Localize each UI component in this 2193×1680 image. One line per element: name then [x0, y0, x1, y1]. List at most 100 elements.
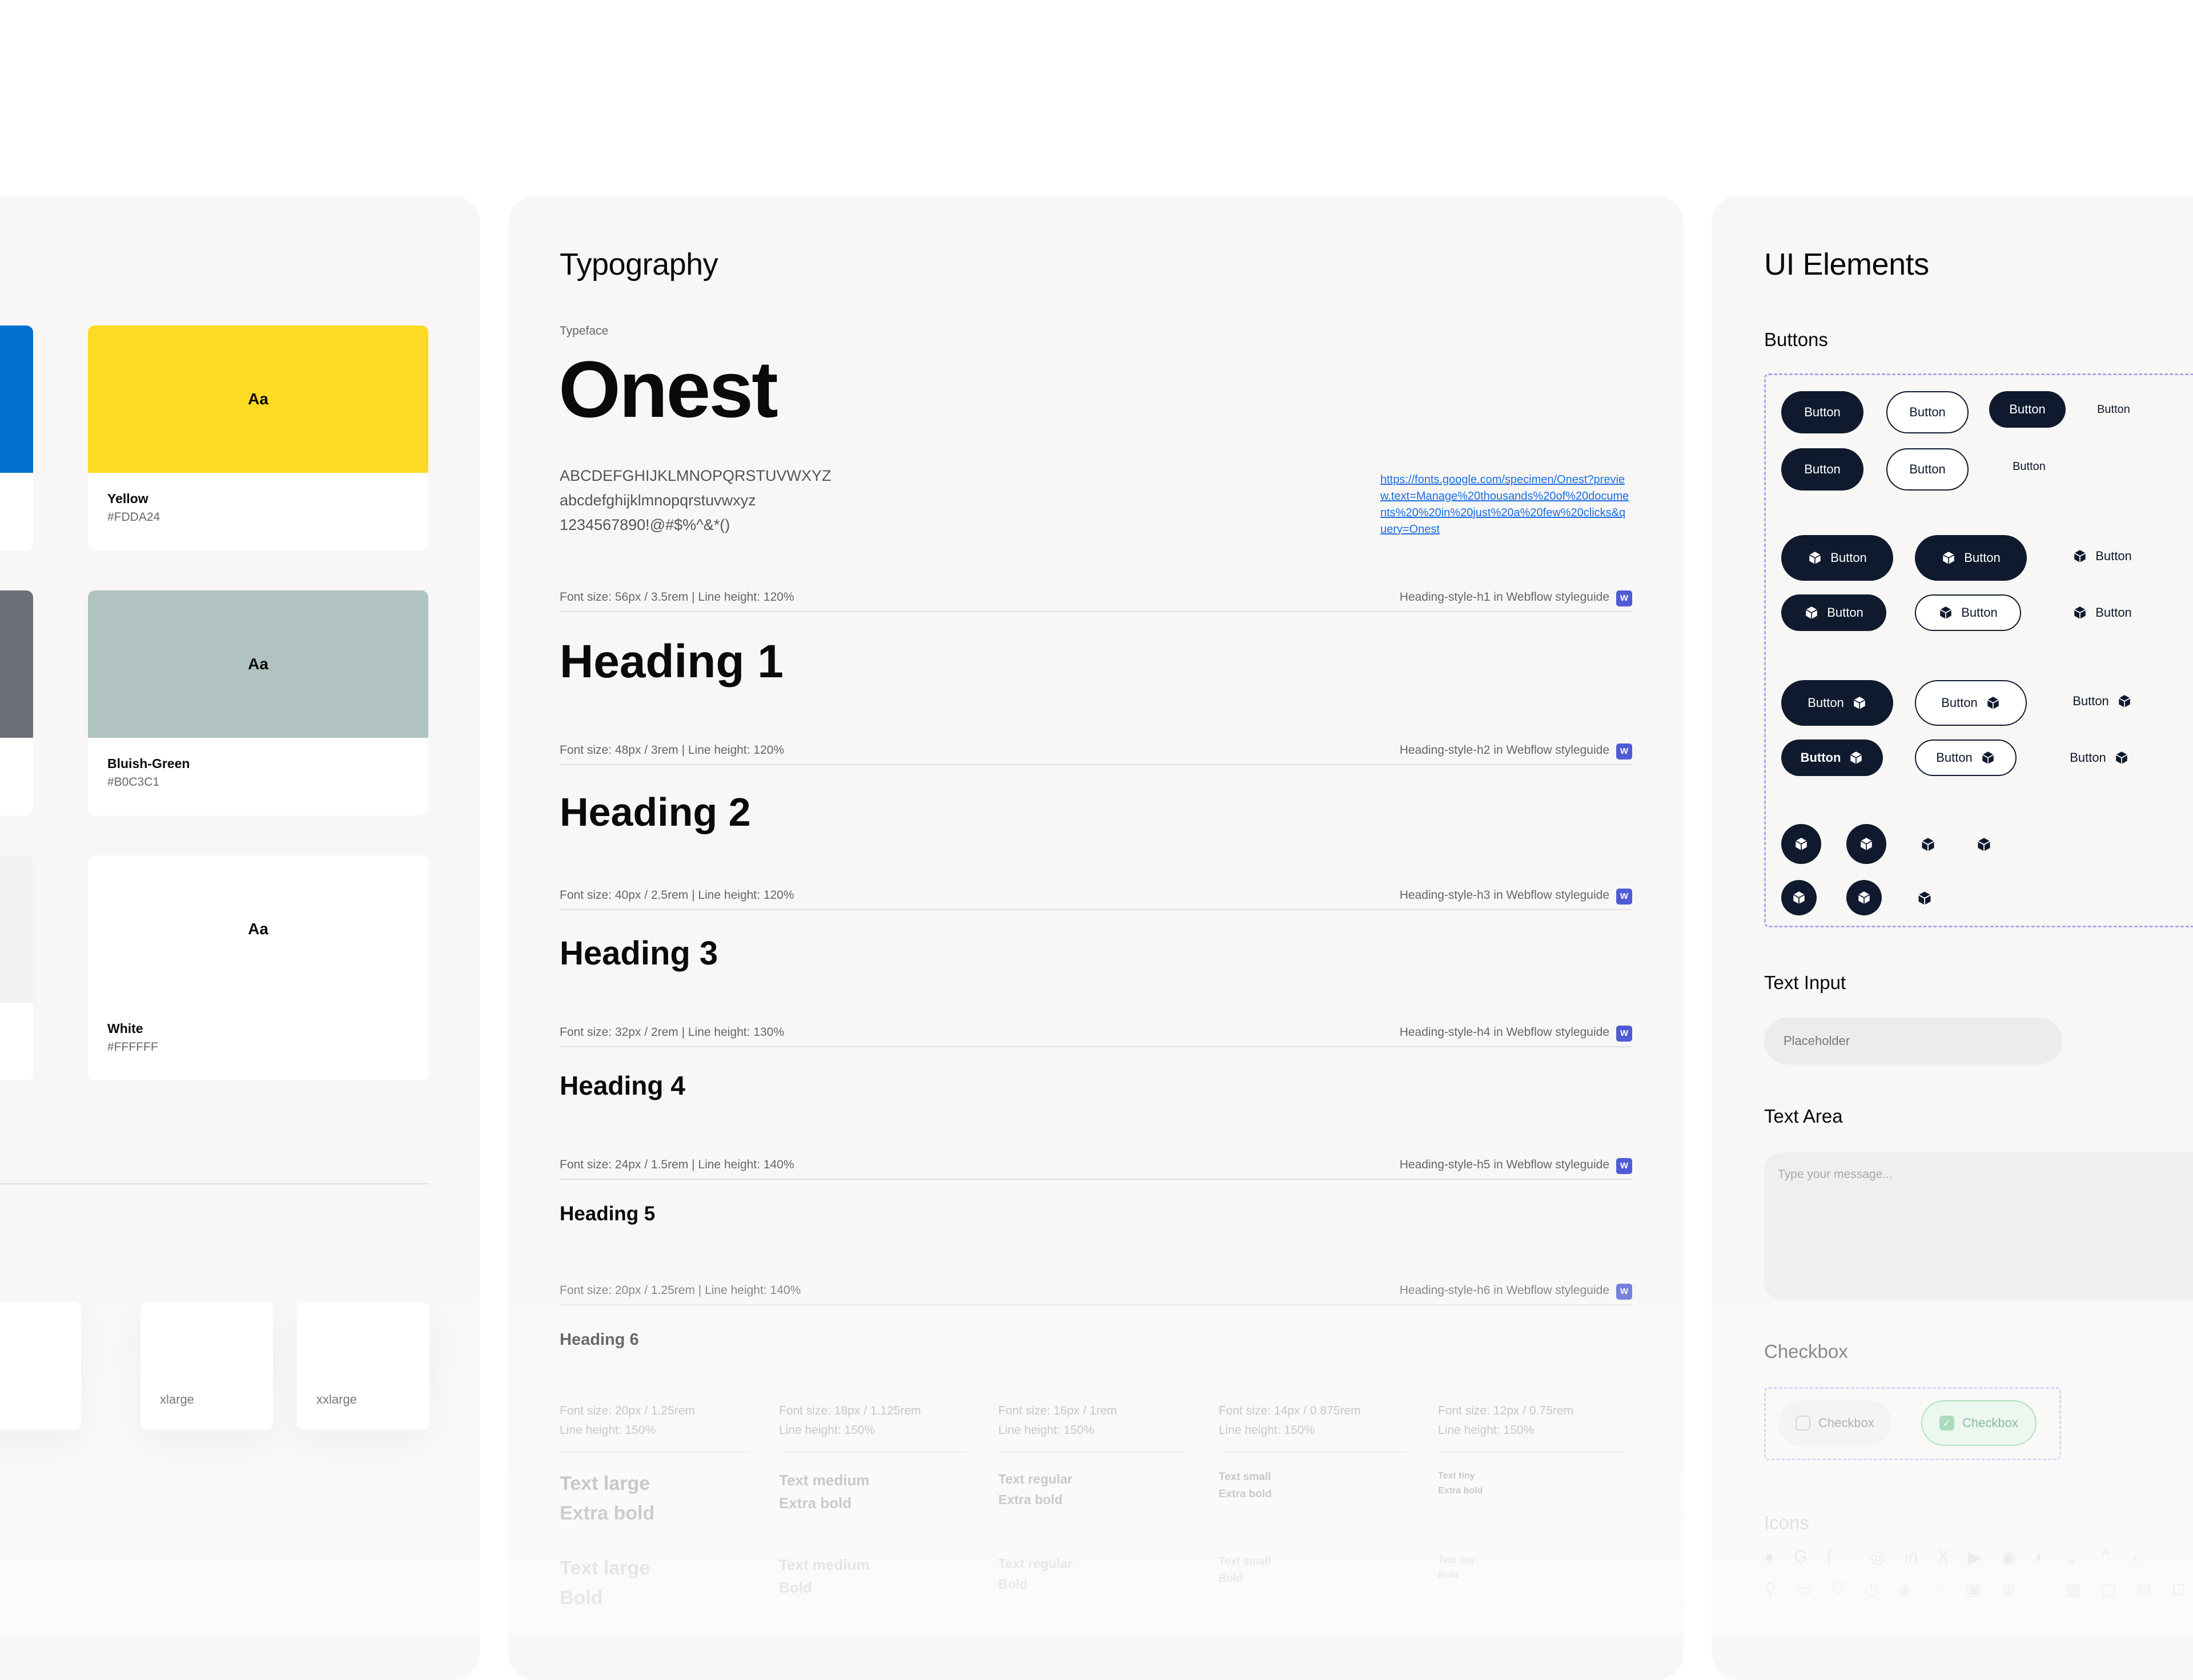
cube-icon[interactable]	[1920, 837, 1936, 853]
secondary-trailing-icon-button-small[interactable]: Button	[1915, 739, 2017, 776]
checkbox-unchecked[interactable]: Checkbox	[1778, 1400, 1891, 1446]
weight-name: Bold	[1219, 1573, 1243, 1585]
weight-name: Extra bold	[560, 1502, 655, 1524]
text-tiny-bold: Text tiny Bold	[1438, 1553, 1475, 1583]
text-medium-bold: Text medium Bold	[779, 1553, 869, 1599]
primary-icon-button[interactable]: Button	[1781, 535, 1893, 581]
checkbox-checked[interactable]: ✓ Checkbox	[1921, 1400, 2037, 1446]
weight-name: Bold	[779, 1579, 812, 1596]
secondary-icon-button-small[interactable]: Button	[1915, 594, 2021, 631]
primary-trailing-icon-button-small[interactable]: Button	[1781, 739, 1883, 776]
cube-icon	[2072, 549, 2087, 564]
webflow-icon[interactable]: W	[1616, 743, 1632, 759]
button-label: Button	[1964, 550, 2001, 565]
ui-elements-panel: UI Elements Buttons Button Button Button…	[1712, 195, 2193, 1680]
glyphs-uppercase: ABCDEFGHIJKLMNOPQRSTUVWXYZ	[560, 467, 832, 484]
cube-icon[interactable]	[1917, 890, 1933, 906]
heading-spec-row: Font size: 56px / 3.5rem | Line height: …	[560, 590, 1632, 612]
color-hex: #FFFFFF	[107, 1040, 158, 1054]
icon-button-round-small[interactable]	[1781, 880, 1817, 915]
text-trailing-icon-button[interactable]: Button	[2057, 680, 2148, 722]
text-medium-extra-bold: Text medium Extra bold	[779, 1469, 869, 1514]
style-name: Heading-style-h4 in Webflow styleguide	[1399, 1026, 1609, 1039]
weight-name: Extra bold	[779, 1494, 852, 1512]
weight-name: Bold	[998, 1577, 1028, 1591]
checkbox-showcase: Checkbox ✓ Checkbox	[1764, 1387, 2061, 1460]
text-style-spec: Font size: 12px / 0.75rem Line height: 15…	[1438, 1401, 1573, 1440]
google-fonts-link[interactable]: https://fonts.google.com/specimen/Onest?…	[1380, 472, 1632, 538]
button-label: Button	[1827, 605, 1863, 620]
style-name: Heading-style-h1 in Webflow styleguide	[1399, 590, 1609, 604]
primary-trailing-icon-button[interactable]: Button	[1781, 680, 1893, 726]
button-label: Button	[1804, 405, 1841, 419]
icon-glyph: ◐	[2035, 1548, 2046, 1566]
webflow-icon[interactable]: W	[1616, 1158, 1632, 1174]
icon-button-round-small[interactable]	[1846, 880, 1882, 915]
heading-spec-row: Font size: 40px / 2.5rem | Line height: …	[560, 889, 1632, 910]
text-button[interactable]: Button	[2079, 391, 2148, 428]
heading-3-sample: Heading 3	[560, 935, 718, 972]
webflow-icon[interactable]: W	[1616, 1284, 1632, 1300]
icon-button-round[interactable]	[1781, 824, 1821, 864]
text-input[interactable]: Placeholder	[1764, 1018, 2062, 1064]
text-area[interactable]: Type your message...	[1764, 1153, 2193, 1299]
secondary-trailing-icon-button[interactable]: Button	[1915, 680, 2027, 726]
text-style-spec: Font size: 20px / 1.25rem Line height: 15…	[560, 1401, 695, 1440]
webflow-icon[interactable]: W	[1616, 1026, 1632, 1042]
glyph-sample: ABCDEFGHIJKLMNOPQRSTUVWXYZ abcdefghijklm…	[560, 464, 832, 537]
heading-spec-row: Font size: 24px / 1.5rem | Line height: …	[560, 1158, 1632, 1180]
secondary-button[interactable]: Button	[1886, 448, 1969, 491]
icon-glyph: ▢	[2100, 1580, 2117, 1599]
icon-glyph: ⌄	[2065, 1548, 2079, 1567]
cube-icon[interactable]	[1976, 837, 1992, 853]
spacing-label: xlarge	[160, 1392, 194, 1406]
primary-button[interactable]: Button	[1781, 391, 1863, 433]
secondary-button[interactable]: Button	[1886, 391, 1969, 433]
primary-icon-button-small[interactable]: Button	[1781, 594, 1886, 631]
weight-name: Bold	[1438, 1570, 1459, 1580]
cube-icon	[1792, 890, 1806, 905]
text-trailing-icon-button-small[interactable]: Button	[2057, 739, 2142, 776]
color-name: Bluish-Green	[107, 756, 190, 771]
icon-glyph: ▶	[1968, 1548, 1982, 1567]
button-label: Button	[1941, 696, 1978, 710]
button-label: Button	[2009, 402, 2046, 416]
icon-glyph: ⚲	[1764, 1580, 1777, 1599]
divider	[1219, 1452, 1407, 1453]
color-chip	[0, 590, 33, 738]
text-button[interactable]: Button	[1995, 448, 2063, 485]
font-spec: Font size: 24px / 1.5rem | Line height: …	[560, 1158, 794, 1171]
icon-glyph: ⊡	[2171, 1580, 2186, 1599]
line-height-spec: Line height: 150%	[1438, 1424, 1535, 1437]
icon-glyph: ◷	[1863, 1580, 1879, 1599]
cube-icon	[1857, 890, 1871, 905]
text-regular-bold: Text regular Bold	[998, 1553, 1073, 1594]
text-icon-button[interactable]: Button	[2057, 535, 2148, 577]
cube-icon	[1794, 837, 1809, 851]
heading-1-sample: Heading 1	[560, 636, 784, 688]
divider	[998, 1452, 1187, 1453]
primary-icon-button[interactable]: Button	[1915, 535, 2027, 581]
icon-glyph: ♡	[1931, 1580, 1947, 1599]
weight-name: Bold	[560, 1587, 603, 1609]
primary-button-small[interactable]: Button	[1989, 391, 2066, 428]
colors-panel: Aa Yellow #FDDA24 Aa Bluish-Green #B0C3C…	[0, 195, 480, 1680]
heading-4-sample: Heading 4	[560, 1071, 685, 1100]
cube-icon	[1859, 837, 1874, 851]
text-large-bold: Text large Bold	[560, 1553, 650, 1613]
color-hex: #FDDA24	[107, 511, 160, 524]
icon-button-round[interactable]	[1846, 824, 1886, 864]
webflow-icon[interactable]: W	[1616, 590, 1632, 606]
icon-glyph: G	[1794, 1548, 1808, 1566]
typeface-name: Onest	[559, 344, 778, 434]
heading-spec-row: Font size: 20px / 1.25rem | Line height:…	[560, 1284, 1632, 1305]
divider	[0, 1183, 428, 1184]
webflow-icon[interactable]: W	[1616, 889, 1632, 905]
text-icon-button-small[interactable]: Button	[2057, 594, 2148, 631]
line-height-spec: Line height: 150%	[560, 1424, 656, 1437]
primary-button[interactable]: Button	[1781, 448, 1863, 491]
color-chip: Aa	[88, 325, 428, 473]
text-style-spec: Font size: 14px / 0.875rem Line height: 1…	[1219, 1401, 1361, 1440]
color-swatch-gray-partial	[0, 590, 33, 815]
typeface-label: Typeface	[560, 324, 609, 337]
